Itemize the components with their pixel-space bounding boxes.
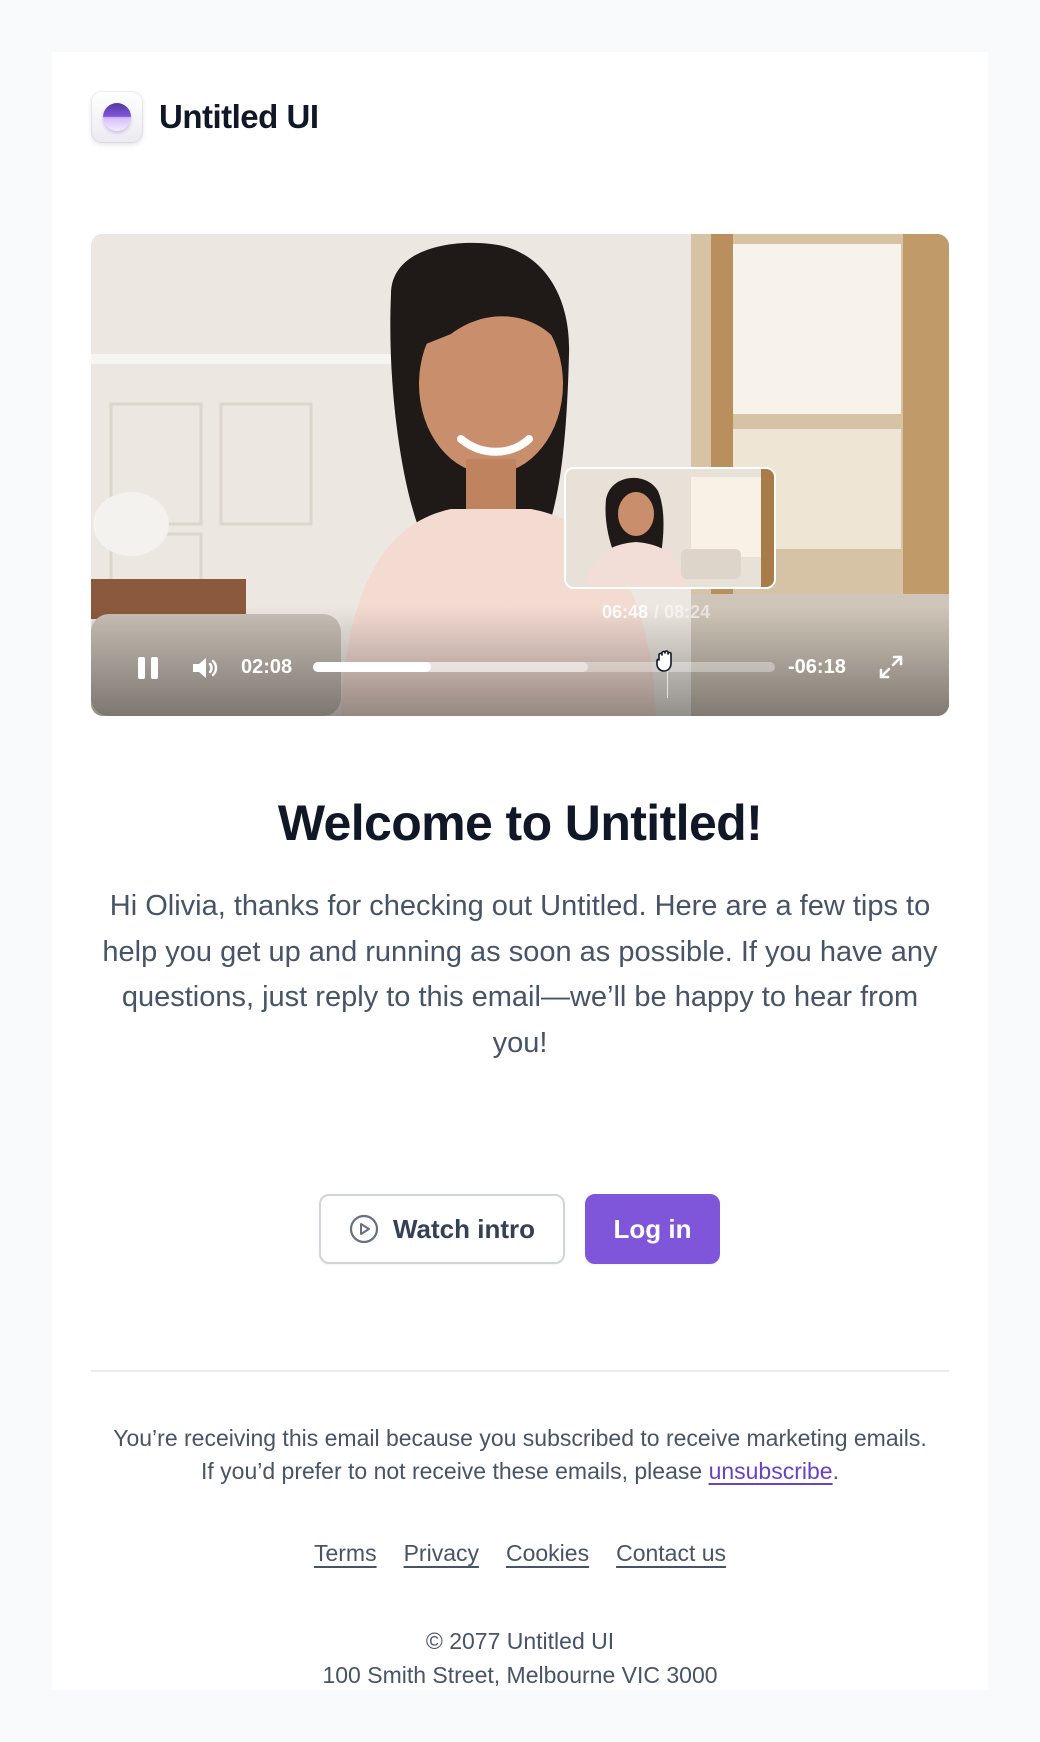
play-circle-icon	[349, 1214, 379, 1244]
logo-orb-icon	[103, 103, 131, 131]
remaining-time: -06:18	[788, 656, 846, 678]
email-card: Untitled UI 06:48 / 08:24 02:08 -06:18 W…	[52, 52, 988, 1690]
progress-track[interactable]	[313, 662, 775, 672]
intro-video-player[interactable]: 06:48/ 08:24 02:08 -06:18	[91, 234, 949, 716]
watch-intro-button[interactable]: Watch intro	[319, 1194, 565, 1264]
scrub-preview-times: 06:48/ 08:24	[602, 602, 710, 623]
brand-name: Untitled UI	[159, 98, 319, 135]
contact-us-link[interactable]: Contact us	[616, 1540, 726, 1567]
volume-icon[interactable]	[191, 655, 219, 681]
log-in-label: Log in	[613, 1213, 692, 1244]
pause-icon	[138, 657, 145, 679]
notice-line-2-suffix: .	[832, 1458, 839, 1484]
cookies-link[interactable]: Cookies	[506, 1540, 589, 1567]
preview-total-time-value: 08:24	[664, 602, 711, 622]
company-info: © 2077 Untitled UI 100 Smith Street, Mel…	[52, 1624, 988, 1692]
watch-intro-label: Watch intro	[392, 1213, 536, 1244]
pause-button[interactable]	[138, 657, 158, 679]
fullscreen-icon[interactable]	[877, 653, 905, 681]
privacy-link[interactable]: Privacy	[404, 1540, 479, 1567]
copyright-text: © 2077 Untitled UI	[425, 1628, 615, 1654]
brand-header: Untitled UI	[91, 91, 319, 143]
company-address: 100 Smith Street, Melbourne VIC 3000	[322, 1662, 718, 1688]
preview-total-time: / 08:24	[654, 602, 711, 622]
current-time: 02:08	[241, 656, 293, 678]
subscription-notice: You’re receiving this email because you …	[91, 1422, 949, 1488]
terms-link[interactable]: Terms	[314, 1540, 377, 1567]
welcome-intro-text: Hi Olivia, thanks for checking out Untit…	[102, 890, 938, 1059]
footer-divider	[91, 1370, 949, 1372]
footer-links: Terms Privacy Cookies Contact us	[52, 1540, 988, 1567]
grab-cursor-icon	[656, 650, 672, 672]
scrub-preview-thumbnail	[564, 467, 776, 589]
log-in-button[interactable]: Log in	[585, 1194, 720, 1264]
welcome-heading: Welcome to Untitled!	[277, 795, 763, 851]
progress-fill	[313, 662, 432, 672]
unsubscribe-link[interactable]: unsubscribe	[709, 1458, 833, 1484]
notice-line-1: You’re receiving this email because you …	[113, 1425, 927, 1451]
brand-logo	[91, 91, 143, 143]
notice-line-2-prefix: If you’d prefer to not receive these ema…	[201, 1458, 709, 1484]
preview-hover-time: 06:48	[602, 602, 649, 622]
